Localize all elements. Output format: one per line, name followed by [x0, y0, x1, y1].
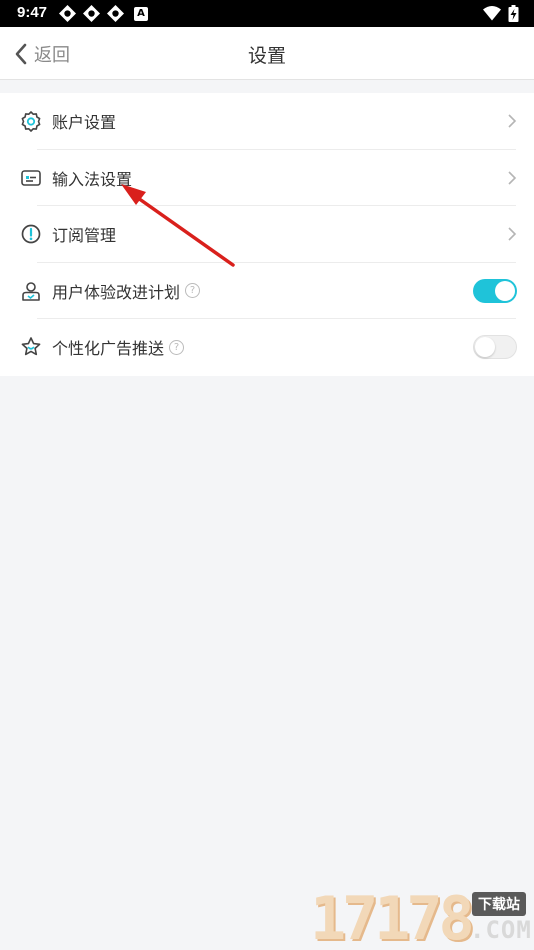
- watermark-badge: 下载站: [472, 892, 526, 916]
- settings-item-label: 个性化广告推送 ?: [52, 335, 185, 359]
- watermark-suffix: .COM: [470, 916, 532, 944]
- help-icon[interactable]: ?: [169, 339, 185, 355]
- settings-item-label-text: 个性化广告推送: [52, 339, 165, 359]
- toggle-knob: [475, 337, 495, 358]
- annotation-arrow: [121, 184, 235, 267]
- personalized-ads-toggle[interactable]: [473, 335, 517, 360]
- settings-item-personalized-ads: 个性化广告推送 ?: [0, 319, 534, 376]
- watermark-logo: 17178 下载站 .COM: [310, 888, 534, 950]
- watermark-digits: 17178: [310, 884, 475, 950]
- star-icon: [21, 337, 41, 356]
